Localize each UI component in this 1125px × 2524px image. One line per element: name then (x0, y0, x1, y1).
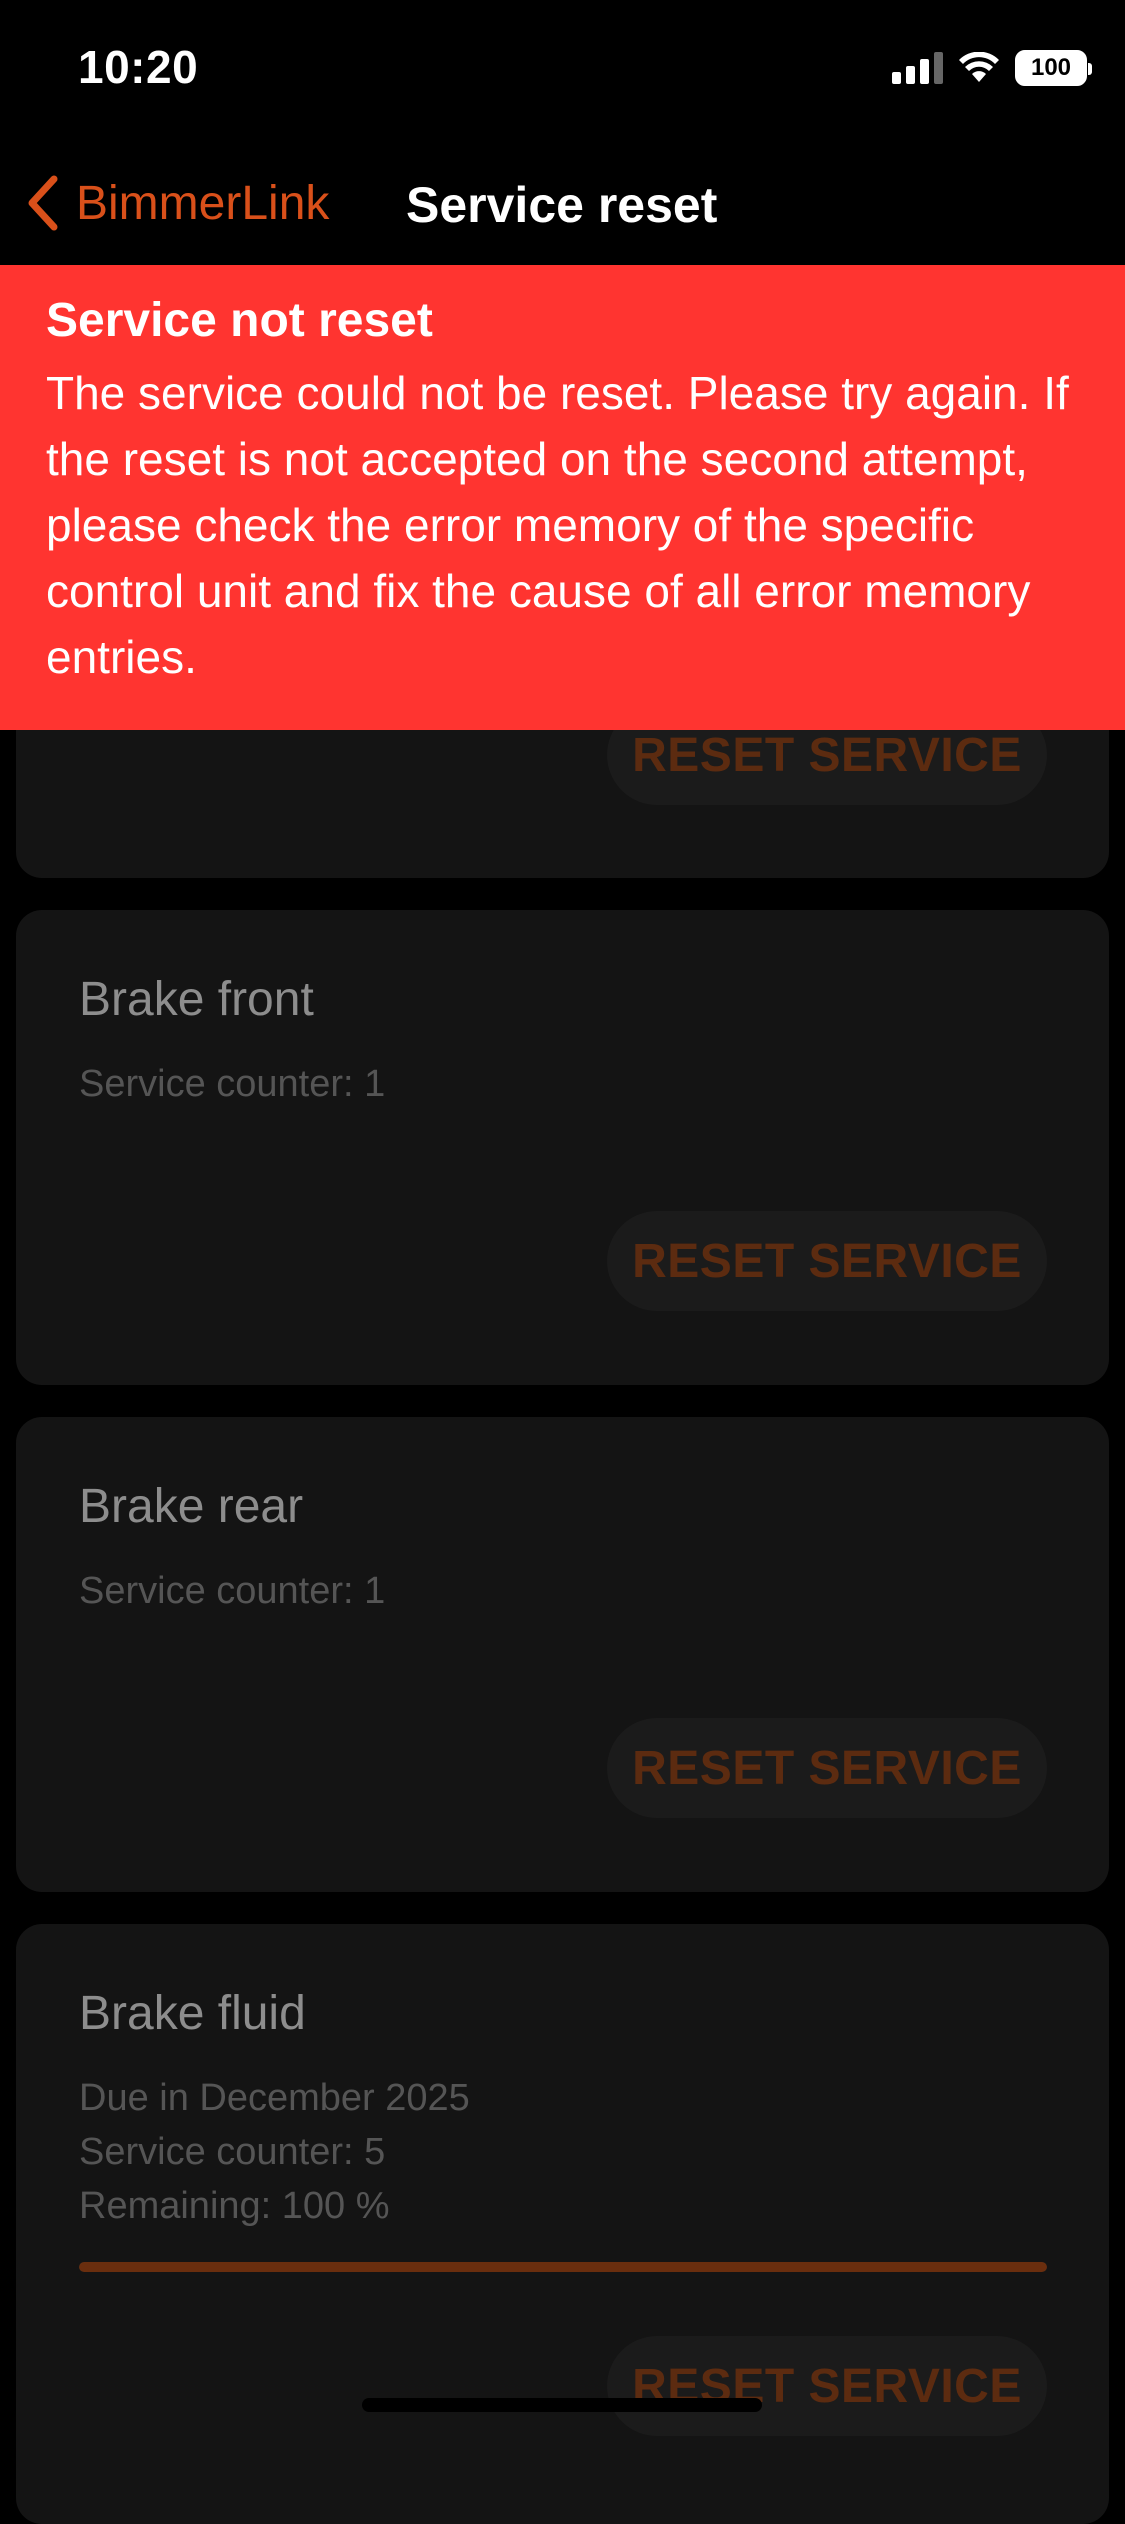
page-title: Service reset (406, 177, 718, 233)
service-remaining: Remaining: 100 % (79, 2185, 390, 2227)
cellular-signal-icon (892, 52, 943, 84)
back-button[interactable]: BimmerLink (24, 168, 329, 238)
service-title: Brake rear (79, 1480, 304, 1533)
home-indicator[interactable] (362, 2398, 762, 2412)
chevron-left-icon (28, 175, 58, 231)
status-time: 10:20 (78, 41, 199, 93)
status-bar: 10:20 100 (0, 0, 1125, 140)
service-counter: Service counter: 5 (79, 2131, 386, 2173)
service-card-brake-rear: Brake rear Service counter: 1 RESET SERV… (16, 1417, 1109, 1892)
error-title: Service not reset (46, 294, 433, 347)
remaining-progress-bar (79, 2262, 1047, 2272)
battery-level: 100 (1030, 54, 1072, 81)
service-title: Brake fluid (79, 1987, 306, 2040)
wifi-icon (959, 52, 999, 82)
service-card-brake-front: Brake front Service counter: 1 RESET SER… (16, 910, 1109, 1385)
service-title: Brake front (79, 973, 314, 1026)
service-counter: Service counter: 1 (79, 1570, 386, 1612)
reset-service-button[interactable]: RESET SERVICE (607, 1211, 1047, 1311)
service-counter: Service counter: 1 (79, 1063, 386, 1105)
battery-icon: 100 (1015, 50, 1092, 86)
reset-service-button[interactable]: RESET SERVICE (607, 1718, 1047, 1818)
error-message: The service could not be reset. Please t… (46, 367, 1069, 683)
status-icons: 100 (892, 46, 1092, 90)
error-banner[interactable]: Service not reset The service could not … (0, 265, 1125, 730)
service-due: Due in December 2025 (79, 2077, 470, 2119)
remaining-progress-fill (79, 2262, 1047, 2272)
reset-service-button[interactable]: RESET SERVICE (607, 2336, 1047, 2436)
navigation-bar: BimmerLink Service reset (0, 140, 1125, 270)
service-card-brake-fluid: Brake fluid Due in December 2025 Service… (16, 1924, 1109, 2524)
back-label: BimmerLink (76, 176, 330, 230)
